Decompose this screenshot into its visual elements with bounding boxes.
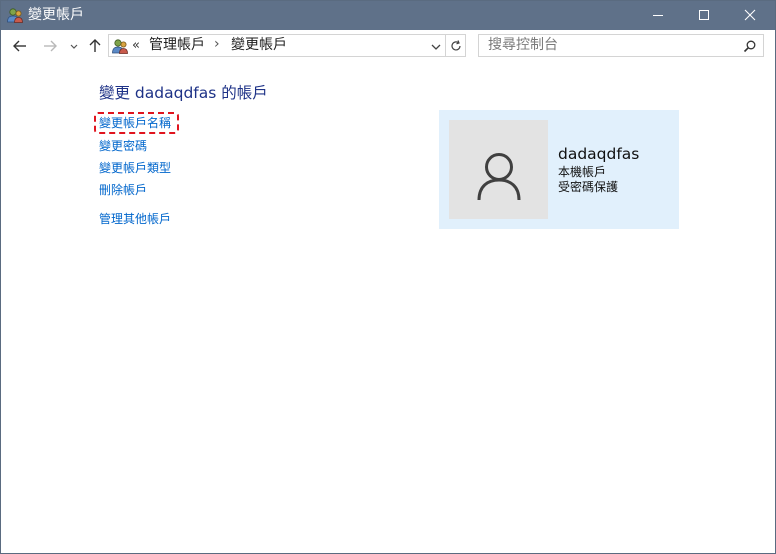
user-accounts-icon: [111, 37, 129, 55]
breadcrumb-change-account[interactable]: 變更帳戶: [231, 37, 287, 54]
window-title: 變更帳戶: [28, 7, 84, 23]
back-button[interactable]: [11, 37, 29, 55]
forward-button[interactable]: [41, 37, 59, 55]
change-password-link[interactable]: 變更密碼: [99, 138, 147, 154]
breadcrumb-manage-accounts[interactable]: 管理帳戶: [149, 37, 205, 54]
recent-locations-button[interactable]: [67, 37, 81, 55]
arrow-right-icon: [44, 40, 57, 52]
account-name: dadaqdfas: [558, 145, 640, 163]
title-bar[interactable]: 變更帳戶: [1, 1, 775, 30]
breadcrumb-separator[interactable]: ›: [214, 36, 220, 53]
search-placeholder: 搜尋控制台: [488, 37, 558, 53]
address-dropdown-button[interactable]: [429, 39, 443, 53]
breadcrumb-overflow[interactable]: «: [132, 37, 140, 54]
address-bar[interactable]: « 管理帳戶 › 變更帳戶: [108, 34, 446, 57]
account-card: dadaqdfas 本機帳戶 受密碼保護: [439, 110, 679, 229]
minimize-icon: [653, 15, 663, 16]
account-protection-status: 受密碼保護: [558, 180, 619, 194]
change-account-type-link[interactable]: 變更帳戶類型: [99, 160, 171, 176]
refresh-icon: [451, 40, 461, 51]
chevron-down-icon: [431, 44, 441, 50]
minimize-button[interactable]: [635, 1, 681, 30]
close-button[interactable]: [727, 1, 773, 30]
user-icon: [477, 153, 521, 201]
arrow-up-icon: [89, 39, 101, 52]
control-panel-window: 變更帳戶 « 管理帳戶 › 變更帳戶 搜尋控制台 變更 dadaqdfas 的帳…: [0, 0, 776, 554]
maximize-button[interactable]: [681, 1, 727, 30]
navigation-bar: « 管理帳戶 › 變更帳戶 搜尋控制台: [1, 30, 775, 62]
close-icon: [744, 9, 756, 21]
delete-account-link[interactable]: 刪除帳戶: [99, 182, 147, 198]
chevron-down-icon: [70, 44, 78, 49]
page-title: 變更 dadaqdfas 的帳戶: [99, 84, 268, 102]
refresh-button[interactable]: [446, 34, 466, 57]
change-account-name-link[interactable]: 變更帳戶名稱: [99, 115, 171, 131]
manage-other-accounts-link[interactable]: 管理其他帳戶: [99, 211, 171, 227]
user-accounts-icon: [6, 6, 24, 24]
account-type: 本機帳戶: [558, 165, 607, 179]
search-input[interactable]: 搜尋控制台: [478, 34, 764, 57]
up-button[interactable]: [86, 37, 104, 55]
maximize-icon: [699, 10, 709, 20]
arrow-left-icon: [13, 40, 26, 52]
search-icon[interactable]: [743, 39, 757, 53]
avatar: [449, 120, 548, 219]
